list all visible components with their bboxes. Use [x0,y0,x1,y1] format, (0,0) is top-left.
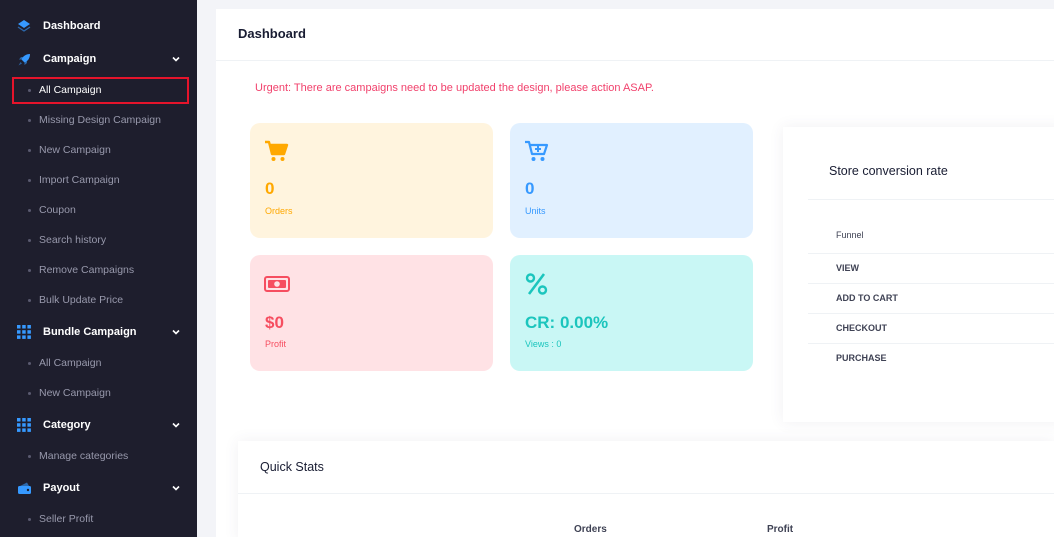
sidebar-item-label: New Campaign [39,387,111,399]
bullet-icon [28,362,31,365]
units-label: Units [525,206,546,216]
sidebar-item-new-campaign[interactable]: New Campaign [0,135,197,165]
bullet-icon [28,239,31,242]
divider [238,493,1054,494]
divider [808,253,1054,254]
divider [808,313,1054,314]
grid-icon [16,324,32,340]
sidebar-item-label: Remove Campaigns [39,264,135,276]
bullet-icon [28,209,31,212]
sidebar-item-import-campaign[interactable]: Import Campaign [0,165,197,195]
page-title: Dashboard [238,26,306,41]
sidebar-group-payout[interactable]: Payout [0,473,197,503]
highlight-box [12,77,189,104]
orders-card: 0 Orders [250,123,493,238]
bullet-icon [28,179,31,182]
units-value: 0 [525,179,535,198]
chevron-down-icon [172,56,180,62]
bullet-icon [28,518,31,521]
sidebar-group-label: Bundle Campaign [43,326,137,338]
sidebar-group-label: Category [43,419,91,431]
sidebar-group-category[interactable]: Category [0,410,197,440]
bullet-icon [28,455,31,458]
sidebar-group-label: Payout [43,482,80,494]
percent-icon [525,273,548,295]
sidebar-item-manage-categories[interactable]: Manage categories [0,441,197,471]
sidebar-item-label: New Campaign [39,144,111,156]
funnel-row-purchase: PURCHASE [836,353,887,363]
bullet-icon [28,119,31,122]
divider [808,343,1054,344]
orders-label: Orders [265,206,293,216]
funnel-header: Funnel [836,230,864,240]
quick-stats-title: Quick Stats [260,460,324,474]
bullet-icon [28,149,31,152]
sidebar-item-bundle-new-campaign[interactable]: New Campaign [0,378,197,408]
sidebar-group-label: Campaign [43,53,97,65]
sidebar-item-missing-design-campaign[interactable]: Missing Design Campaign [0,105,197,135]
sidebar-group-campaign[interactable]: Campaign [0,44,197,74]
sidebar-item-bulk-update-price[interactable]: Bulk Update Price [0,285,197,315]
quick-stats-card [238,441,1054,537]
orders-value: 0 [265,179,275,198]
bullet-icon [28,392,31,395]
bullet-icon [28,299,31,302]
sidebar-item-label: Search history [39,234,107,246]
profit-label: Profit [265,339,287,349]
chevron-down-icon [172,422,180,428]
sidebar-item-bundle-all-campaign[interactable]: All Campaign [0,348,197,378]
profit-card: $0 Profit [250,255,493,371]
chevron-down-icon [172,485,180,491]
sidebar-item-dashboard[interactable]: Dashboard [0,11,197,41]
funnel-row-checkout: CHECKOUT [836,323,887,333]
views-label: Views : 0 [525,339,562,349]
sidebar: Dashboard Campaign All Campaign Missing … [0,0,197,537]
sidebar-item-label: All Campaign [39,357,102,369]
banknote-icon [264,276,290,292]
wallet-icon [16,480,32,496]
sidebar-item-coupon[interactable]: Coupon [0,195,197,225]
cr-value: CR: 0.00% [525,313,609,332]
sidebar-item-label: Import Campaign [39,174,120,186]
chevron-down-icon [172,329,180,335]
quick-stats-col-orders: Orders [574,524,607,535]
rocket-icon [16,51,32,67]
sidebar-item-seller-profit[interactable]: Seller Profit [0,504,197,534]
quick-stats-col-profit: Profit [767,524,794,535]
sidebar-item-label: Bulk Update Price [39,294,124,306]
funnel-row-add-to-cart: ADD TO CART [836,293,898,303]
sidebar-item-label: Missing Design Campaign [39,114,161,126]
units-card: 0 Units [510,123,753,238]
layers-icon [16,18,32,34]
conversion-card: CR: 0.00% Views : 0 [510,255,753,371]
header-divider [216,60,1054,61]
profit-value: $0 [265,313,284,332]
cart-plus-icon [525,140,549,161]
sidebar-item-remove-campaigns[interactable]: Remove Campaigns [0,255,197,285]
divider [808,283,1054,284]
sidebar-item-search-history[interactable]: Search history [0,225,197,255]
sidebar-item-label: Seller Profit [39,513,94,525]
store-conversion-title: Store conversion rate [829,164,948,178]
cart-icon [265,140,289,161]
sidebar-item-label: Manage categories [39,450,129,462]
urgent-alert: Urgent: There are campaigns need to be u… [255,82,654,94]
funnel-row-view: VIEW [836,263,860,273]
divider [808,199,1054,200]
sidebar-group-bundle-campaign[interactable]: Bundle Campaign [0,317,197,347]
grid-icon [16,417,32,433]
sidebar-item-label: Coupon [39,204,76,216]
bullet-icon [28,269,31,272]
sidebar-item-label: Dashboard [43,20,101,32]
